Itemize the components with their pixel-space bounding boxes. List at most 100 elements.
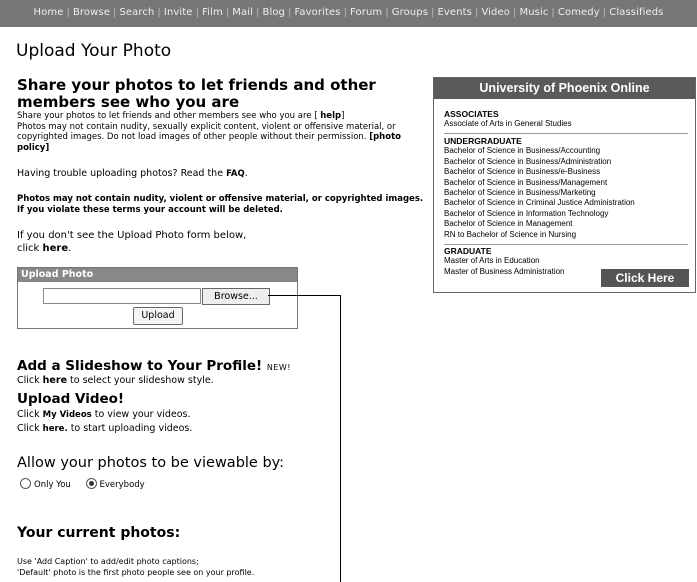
ad-undergraduate: UNDERGRADUATE Bachelor of Science in Bus… xyxy=(444,136,635,240)
nav-separator: | xyxy=(288,7,292,18)
new-badge: NEW! xyxy=(266,363,292,372)
nav-separator: | xyxy=(602,7,607,18)
slideshow-heading: Add a Slideshow to Your Profile! NEW! xyxy=(17,358,291,374)
ad-divider xyxy=(444,133,688,134)
ad-program-item[interactable]: Bachelor of Science in Business/e-Busine… xyxy=(444,167,635,177)
nav-link-blog[interactable]: Blog xyxy=(262,7,285,18)
slideshow-post: to select your slideshow style. xyxy=(67,375,214,386)
ad-section-heading: GRADUATE xyxy=(444,246,492,256)
nav-link-music[interactable]: Music xyxy=(519,7,548,18)
upload-form-here-link[interactable]: here xyxy=(43,243,69,254)
current-line-1: Use 'Add Caption' to add/edit photo capt… xyxy=(17,557,199,566)
nav-link-classifieds[interactable]: Classifieds xyxy=(609,7,663,18)
ad-program-item[interactable]: Bachelor of Science in Business/Administ… xyxy=(444,157,635,167)
slideshow-pre: Click xyxy=(17,375,43,386)
nav-separator: | xyxy=(551,7,555,18)
trouble-pre: Having trouble uploading photos? Read th… xyxy=(17,168,227,179)
nav-separator: | xyxy=(225,7,230,18)
browse-button[interactable]: Browse... xyxy=(202,288,270,305)
ad-program-item[interactable]: RN to Bachelor of Science in Nursing xyxy=(444,230,635,240)
upload-panel-title: Upload Photo xyxy=(18,268,297,282)
visibility-options: Only You Everybody xyxy=(20,478,157,490)
top-nav-links: Home | Browse | Search | Invite | Film | Mail | Blog… xyxy=(0,7,697,18)
ad-program-item[interactable]: Bachelor of Science in Business/Manageme… xyxy=(444,178,635,188)
upload-photo-panel: Upload Photo Browse... Upload xyxy=(17,267,298,329)
ad-program-item[interactable]: Bachelor of Science in Business/Accounti… xyxy=(444,146,635,156)
ad-divider xyxy=(444,244,688,245)
only-you-radio[interactable] xyxy=(20,478,31,489)
video-l2-post: to start uploading videos. xyxy=(67,423,193,434)
nav-link-home[interactable]: Home xyxy=(34,7,64,18)
slideshow-text: Click here to select your slideshow styl… xyxy=(17,375,214,386)
nav-link-mail[interactable]: Mail xyxy=(232,7,253,18)
share-text-2: Photos may not contain nudity, sexually … xyxy=(17,121,396,143)
nav-link-comedy[interactable]: Comedy xyxy=(558,7,600,18)
trouble-text: Having trouble uploading photos? Read th… xyxy=(17,168,248,179)
slideshow-heading-text: Add a Slideshow to Your Profile! xyxy=(17,358,263,374)
everybody-label: Everybody xyxy=(99,480,145,490)
ad-program-item[interactable]: Bachelor of Science in Criminal Justice … xyxy=(444,198,635,208)
nav-link-search[interactable]: Search xyxy=(119,7,154,18)
nav-link-favorites[interactable]: Favorites xyxy=(294,7,340,18)
ad-program-item[interactable]: Bachelor of Science in Business/Marketin… xyxy=(444,188,635,198)
ad-graduate: GRADUATE Master of Arts in Education Mast… xyxy=(444,246,565,277)
current-line-2: 'Default' photo is the first photo peopl… xyxy=(17,568,255,577)
ad-program-item[interactable]: Associate of Arts in General Studies xyxy=(444,119,572,129)
ad-program-item[interactable]: Bachelor of Science in Information Techn… xyxy=(444,209,635,219)
video-l1-pre: Click xyxy=(17,409,43,420)
nav-link-groups[interactable]: Groups xyxy=(392,7,428,18)
nav-link-browse[interactable]: Browse xyxy=(73,7,110,18)
upload-video-here-link[interactable]: here. xyxy=(43,424,68,434)
nav-separator: | xyxy=(385,7,389,18)
video-l1-post: to view your videos. xyxy=(91,409,191,420)
upload-video-heading: Upload Video! xyxy=(17,391,125,407)
share-description: Share your photos to let friends and oth… xyxy=(17,111,432,153)
upload-button[interactable]: Upload xyxy=(133,307,183,325)
video-text: Click My Videos to view your videos. Cli… xyxy=(17,408,192,436)
help-link[interactable]: help xyxy=(320,111,341,121)
trouble-post: . xyxy=(244,168,248,179)
faq-link[interactable]: FAQ xyxy=(226,169,245,179)
ad-program-item[interactable]: Master of Arts in Education xyxy=(444,256,565,266)
hint-post: . xyxy=(68,243,72,254)
callout-line-horizontal xyxy=(268,295,340,296)
file-path-input[interactable] xyxy=(43,288,201,304)
only-you-label: Only You xyxy=(34,480,71,490)
advertisement-box[interactable]: University of Phoenix Online ASSOCIATES … xyxy=(433,77,696,293)
click-here-button[interactable]: Click Here xyxy=(601,269,689,287)
share-text-1-end: ] xyxy=(341,111,345,121)
current-photos-heading: Your current photos: xyxy=(17,525,181,541)
nav-link-events[interactable]: Events xyxy=(438,7,472,18)
current-photos-text: Use 'Add Caption' to add/edit photo capt… xyxy=(17,556,254,578)
video-l2-pre: Click xyxy=(17,423,43,434)
everybody-radio[interactable] xyxy=(85,478,97,489)
nav-link-forum[interactable]: Forum xyxy=(350,7,382,18)
upload-form-hint: If you don't see the Upload Photo form b… xyxy=(17,229,257,255)
share-text-1: Share your photos to let friends and oth… xyxy=(17,111,321,121)
nav-separator: | xyxy=(343,7,348,18)
nav-separator: | xyxy=(157,7,161,18)
ad-program-item[interactable]: Master of Business Administration xyxy=(444,267,565,277)
ad-section-heading: ASSOCIATES xyxy=(444,109,499,119)
nav-separator: | xyxy=(256,7,260,18)
nav-link-invite[interactable]: Invite xyxy=(164,7,193,18)
nav-link-video[interactable]: Video xyxy=(481,7,510,18)
share-heading: Share your photos to let friends and oth… xyxy=(17,76,376,111)
warning-text: Photos may not contain nudity, violent o… xyxy=(17,194,424,215)
my-videos-link[interactable]: My Videos xyxy=(43,410,92,420)
nav-separator: | xyxy=(112,7,117,18)
nav-separator: | xyxy=(431,7,435,18)
nav-separator: | xyxy=(474,7,479,18)
ad-program-item[interactable]: Bachelor of Science in Management xyxy=(444,219,635,229)
ad-title: University of Phoenix Online xyxy=(434,78,695,99)
nav-link-film[interactable]: Film xyxy=(202,7,223,18)
slideshow-here-link[interactable]: here xyxy=(43,375,67,386)
page-title: Upload Your Photo xyxy=(16,41,172,61)
top-nav-bar: Home | Browse | Search | Invite | Film | Mail | Blog… xyxy=(0,0,697,27)
callout-line-vertical xyxy=(340,295,341,582)
ad-section-heading: UNDERGRADUATE xyxy=(444,136,522,146)
ad-associates: ASSOCIATES Associate of Arts in General … xyxy=(444,109,572,130)
visibility-heading: Allow your photos to be viewable by: xyxy=(17,455,285,471)
nav-separator: | xyxy=(195,7,200,18)
nav-separator: | xyxy=(66,7,70,18)
